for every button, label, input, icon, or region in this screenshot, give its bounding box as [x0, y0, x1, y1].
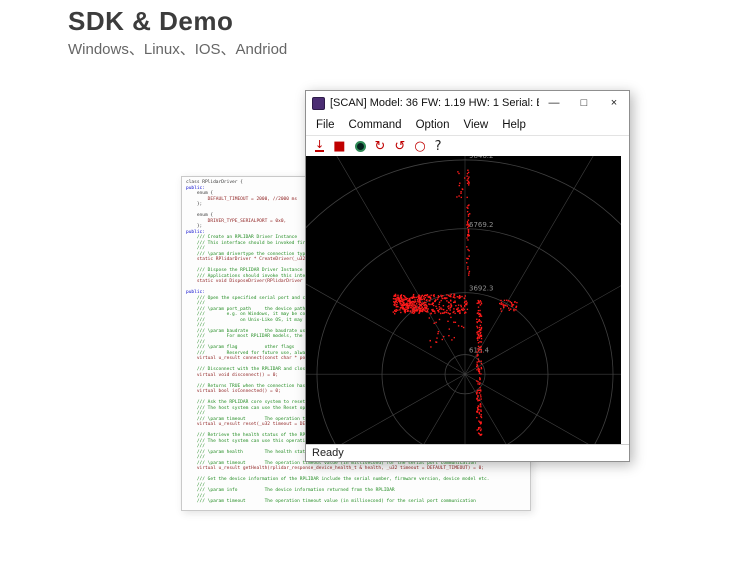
ring-label: 6769.2: [469, 221, 493, 229]
page: SDK & Demo Windows、Linux、IOS、Andriod cla…: [0, 0, 750, 565]
code-line: /// Get the device information of the RP…: [186, 477, 490, 482]
minimize-button[interactable]: —: [539, 91, 569, 115]
window-controls: — □ ×: [539, 91, 629, 115]
status-bar: Ready: [306, 444, 629, 461]
tool-stop-button[interactable]: ■: [333, 140, 345, 153]
tool-refresh-button[interactable]: ↺: [394, 140, 405, 153]
menu-view[interactable]: View: [463, 119, 488, 131]
ring-label: 9846.2: [469, 156, 493, 160]
scan-window: [SCAN] Model: 36 FW: 1.19 HW: 1 Serial: …: [305, 90, 630, 462]
close-button[interactable]: ×: [599, 91, 629, 115]
tool-connect-button[interactable]: ↓: [315, 139, 325, 152]
tool-motor-button[interactable]: ○: [414, 140, 425, 153]
tool-grab-scan-button[interactable]: [354, 140, 366, 152]
menu-file[interactable]: File: [316, 119, 335, 131]
status-text: Ready: [312, 447, 344, 459]
menu-option[interactable]: Option: [416, 119, 450, 131]
ring-label: 3692.3: [469, 285, 493, 293]
page-title: SDK & Demo: [68, 6, 234, 36]
page-subtitle: Windows、Linux、IOS、Andriod: [68, 41, 288, 58]
code-line: virtual u_result getHealth(rplidar_respo…: [186, 466, 485, 471]
menu-help[interactable]: Help: [502, 119, 526, 131]
code-line: /// \param timeout The operation timeout…: [186, 499, 476, 504]
menu-bar: File Command Option View Help: [306, 115, 629, 135]
tool-help-button[interactable]: ?: [435, 140, 442, 153]
menu-command[interactable]: Command: [349, 119, 402, 131]
toolbar: ↓ ■ ↻ ↺ ○?: [306, 135, 629, 156]
radar-view: 615.43692.36769.29846.2: [306, 156, 629, 444]
radar-svg: 615.43692.36769.29846.2: [306, 156, 621, 444]
title-bar[interactable]: [SCAN] Model: 36 FW: 1.19 HW: 1 Serial: …: [306, 91, 629, 115]
window-title: [SCAN] Model: 36 FW: 1.19 HW: 1 Serial: …: [330, 97, 539, 109]
maximize-button[interactable]: □: [569, 91, 599, 115]
radar-display[interactable]: 615.43692.36769.29846.2: [306, 156, 621, 444]
tool-restart-button[interactable]: ↻: [375, 140, 386, 153]
app-icon: [312, 96, 325, 110]
